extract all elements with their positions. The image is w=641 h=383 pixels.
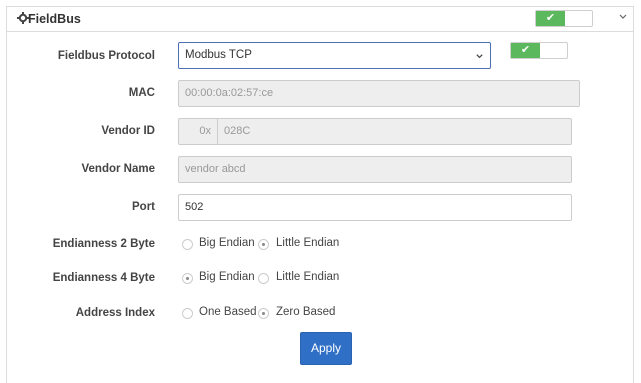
address-zero-based-label: Zero Based xyxy=(276,306,336,318)
endianness-2-byte-label: Endianness 2 Byte xyxy=(52,238,155,250)
address-zero-based-radio[interactable] xyxy=(258,308,269,319)
toggle-on-indicator: ✔ xyxy=(511,43,540,58)
mac-label: MAC xyxy=(128,87,155,99)
toggle-on-indicator: ✔ xyxy=(536,11,565,26)
vendor-id-value: 028C xyxy=(224,125,251,137)
fieldbus-protocol-value: Modbus TCP xyxy=(185,49,252,61)
endian2-big-label: Big Endian xyxy=(199,237,255,249)
endian4-big-radio[interactable] xyxy=(182,273,193,284)
protocol-toggle[interactable]: ✔ xyxy=(510,42,568,59)
mac-value: 00:00:0a:02:57:ce xyxy=(185,87,274,99)
port-label: Port xyxy=(132,201,155,213)
address-one-based-radio[interactable] xyxy=(182,308,193,319)
endian4-big-label: Big Endian xyxy=(199,271,255,283)
endianness-4-byte-label: Endianness 4 Byte xyxy=(52,272,155,284)
port-value: 502 xyxy=(185,201,204,213)
vendor-name-label: Vendor Name xyxy=(81,163,156,175)
vendor-id-label: Vendor ID xyxy=(101,125,155,137)
endian2-little-label: Little Endian xyxy=(276,237,340,249)
endian4-little-label: Little Endian xyxy=(276,271,340,283)
vendor-id-field: 028C xyxy=(217,118,572,145)
fieldbus-protocol-select[interactable]: Modbus TCP xyxy=(178,42,491,69)
port-input[interactable]: 502 xyxy=(178,194,572,221)
vendor-name-field: vendor abcd xyxy=(178,156,572,183)
address-index-label: Address Index xyxy=(75,307,155,319)
fieldbus-enable-toggle[interactable]: ✔ xyxy=(535,10,593,27)
endian4-little-radio[interactable] xyxy=(258,273,269,284)
chevron-down-icon xyxy=(476,54,483,59)
vendor-name-value: vendor abcd xyxy=(185,163,246,175)
vendor-id-prefix: 0x xyxy=(178,118,218,145)
apply-button[interactable]: Apply xyxy=(300,332,352,365)
address-one-based-label: One Based xyxy=(199,306,257,318)
endian2-little-radio[interactable] xyxy=(258,239,269,250)
panel-title: FieldBus xyxy=(28,12,81,26)
mac-field: 00:00:0a:02:57:ce xyxy=(178,80,580,107)
chevron-down-icon[interactable] xyxy=(618,12,628,22)
fieldbus-protocol-label: Fieldbus Protocol xyxy=(57,50,155,62)
endian2-big-radio[interactable] xyxy=(182,239,193,250)
vendor-id-prefix-text: 0x xyxy=(199,125,211,137)
